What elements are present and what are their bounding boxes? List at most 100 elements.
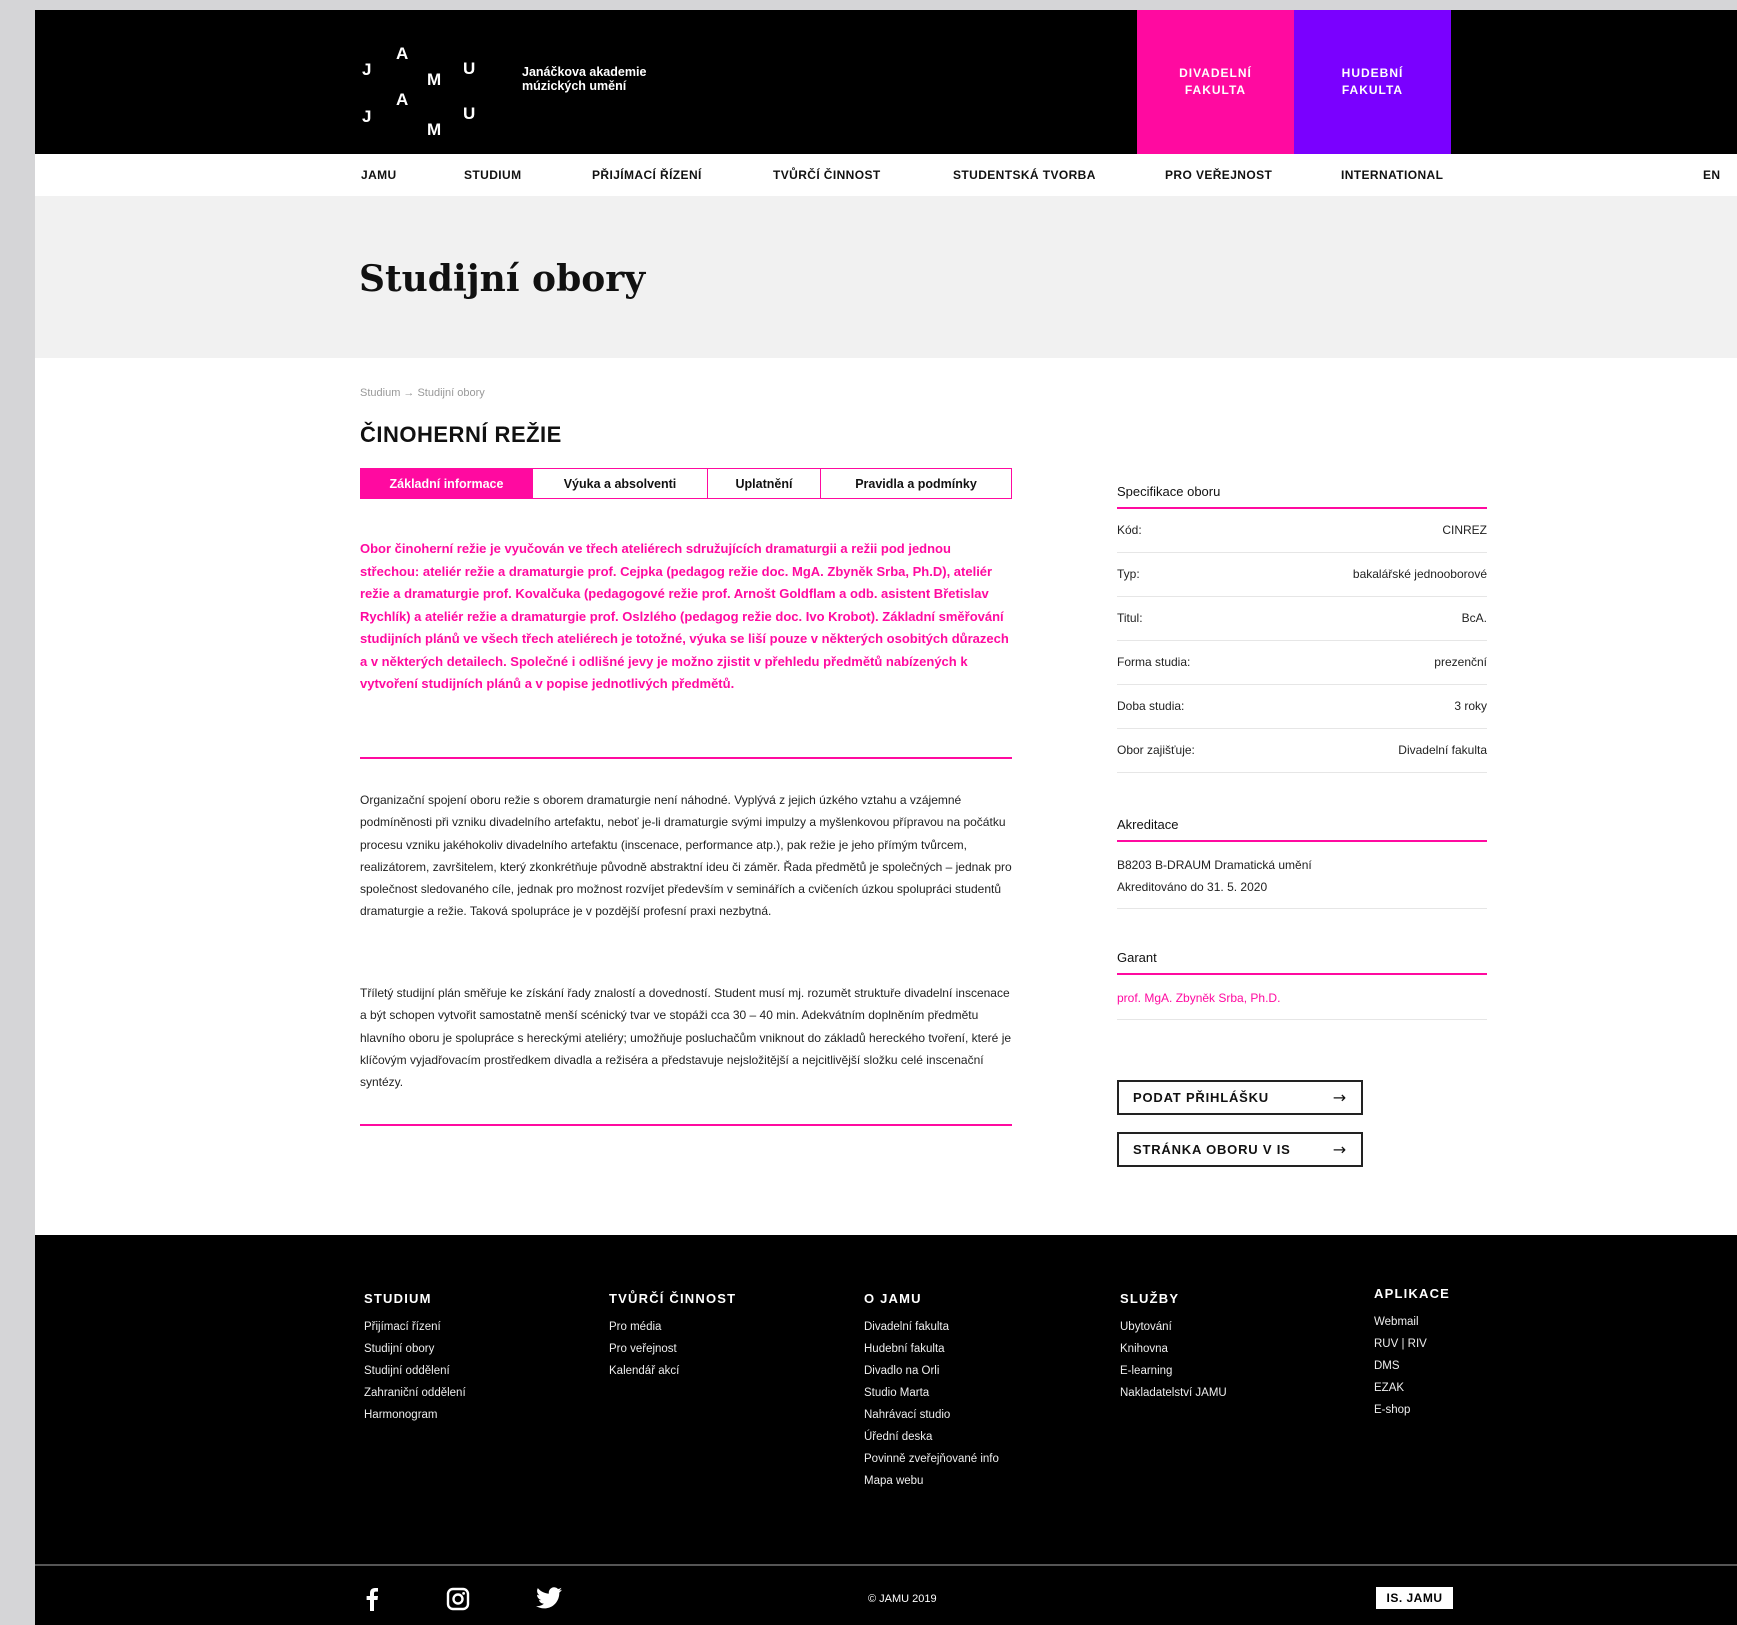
- footer-link[interactable]: Webmail: [1374, 1311, 1450, 1333]
- theatre-faculty-link[interactable]: DIVADELNÍ FAKULTA: [1137, 10, 1294, 154]
- footer-column-creative: TVŮRČÍ ČINNOST Pro média Pro veřejnost K…: [609, 1291, 736, 1382]
- main-nav: JAMU STUDIUM PŘIJÍMACÍ ŘÍZENÍ TVŮRČÍ ČIN…: [35, 154, 1737, 196]
- footer-column-apps: APLIKACE Webmail RUV | RIV DMS EZAK E-sh…: [1374, 1286, 1450, 1421]
- garant-link[interactable]: prof. MgA. Zbyněk Srba, Ph.D.: [1117, 975, 1487, 1020]
- nav-item-admission[interactable]: PŘIJÍMACÍ ŘÍZENÍ: [592, 154, 702, 196]
- nav-item-student-works[interactable]: STUDENTSKÁ TVORBA: [953, 154, 1096, 196]
- spec-row: Forma studia: prezenční: [1117, 641, 1487, 685]
- logo-letter: A: [396, 90, 409, 109]
- footer-column-studium: STUDIUM Přijímací řízení Studijní obory …: [364, 1291, 466, 1426]
- spec-row: Typ: bakalářské jednooborové: [1117, 553, 1487, 597]
- spec-label: Forma studia:: [1117, 655, 1191, 669]
- music-faculty-link[interactable]: HUDEBNÍ FAKULTA: [1294, 10, 1451, 154]
- theatre-faculty-label: FAKULTA: [1184, 83, 1247, 97]
- tab-rules[interactable]: Pravidla a podmínky: [821, 468, 1012, 499]
- footer-link[interactable]: Pro média: [609, 1316, 736, 1338]
- footer-link[interactable]: Kalendář akcí: [609, 1360, 736, 1382]
- footer-link[interactable]: Povinně zveřejňované info: [864, 1448, 999, 1470]
- spec-heading: Specifikace oboru: [1117, 477, 1487, 509]
- body-paragraph: Tříletý studijní plán směřuje ke získání…: [360, 986, 1012, 1090]
- spec-value: CINREZ: [1442, 523, 1487, 537]
- footer-link[interactable]: Ubytování: [1120, 1316, 1227, 1338]
- footer-divider: [35, 1564, 1737, 1566]
- accreditation-box: Akreditace B8203 B-DRAUM Dramatická uměn…: [1117, 810, 1487, 909]
- accreditation-info: B8203 B-DRAUM Dramatická umění Akreditov…: [1117, 842, 1487, 909]
- spec-label: Titul:: [1117, 611, 1143, 625]
- spec-value: bakalářské jednooborové: [1352, 567, 1487, 581]
- tab-careers[interactable]: Uplatnění: [708, 468, 821, 499]
- footer-link[interactable]: Přijímací řízení: [364, 1316, 466, 1338]
- footer-column-about: O JAMU Divadelní fakulta Hudební fakulta…: [864, 1291, 999, 1492]
- garant-heading: Garant: [1117, 943, 1487, 975]
- spec-row: Obor zajišťuje: Divadelní fakulta: [1117, 729, 1487, 773]
- is-page-button[interactable]: STRÁNKA OBORU V IS →: [1117, 1132, 1363, 1167]
- footer-link[interactable]: EZAK: [1374, 1377, 1450, 1399]
- footer-link[interactable]: Harmonogram: [364, 1404, 466, 1426]
- arrow-right-icon: →: [1332, 1140, 1347, 1159]
- footer-column-title: TVŮRČÍ ČINNOST: [609, 1291, 737, 1306]
- spec-box: Specifikace oboru Kód: CINREZ Typ: bakalář…: [1117, 477, 1487, 773]
- jamu-logo[interactable]: J A M U J A M U: [360, 32, 475, 139]
- logo-letter: J: [362, 60, 372, 79]
- footer-link[interactable]: Studijní obory: [364, 1338, 466, 1360]
- footer-link[interactable]: Zahraniční oddělení: [364, 1382, 466, 1404]
- breadcrumb[interactable]: Studium → Studijní obory: [360, 387, 485, 399]
- footer-link[interactable]: Hudební fakulta: [864, 1338, 999, 1360]
- logo-name-line1: Janáčkova akademie: [522, 65, 647, 79]
- spec-value: 3 roky: [1454, 699, 1487, 713]
- spec-label: Kód:: [1117, 523, 1142, 537]
- facebook-icon[interactable]: [365, 1587, 379, 1616]
- footer-link[interactable]: Pro veřejnost: [609, 1338, 736, 1360]
- divider: [360, 1124, 1012, 1126]
- footer-link[interactable]: E-learning: [1120, 1360, 1227, 1382]
- footer-link[interactable]: Knihovna: [1120, 1338, 1227, 1360]
- accreditation-heading: Akreditace: [1117, 810, 1487, 842]
- theatre-faculty-label: DIVADELNÍ: [1179, 66, 1252, 80]
- footer-link[interactable]: E-shop: [1374, 1399, 1450, 1421]
- logo-letter: U: [463, 59, 476, 78]
- footer-column-title: APLIKACE: [1374, 1286, 1451, 1301]
- divider: [360, 757, 1012, 759]
- spec-row: Titul: BcA.: [1117, 597, 1487, 641]
- apply-button-label: PODAT PŘIHLÁŠKU: [1133, 1090, 1269, 1105]
- logo-text: Janáčkova akademie múzických umění: [522, 65, 646, 93]
- nav-item-studium[interactable]: STUDIUM: [464, 154, 521, 196]
- spec-row: Doba studia: 3 roky: [1117, 685, 1487, 729]
- nav-item-creative[interactable]: TVŮRČÍ ČINNOST: [773, 154, 881, 196]
- tab-teaching[interactable]: Výuka a absolventi: [533, 468, 708, 499]
- is-jamu-button[interactable]: IS. JAMU: [1376, 1587, 1453, 1609]
- is-page-button-label: STRÁNKA OBORU V IS: [1133, 1142, 1291, 1157]
- spec-label: Typ:: [1117, 567, 1140, 581]
- field-title: ČINOHERNÍ REŽIE: [360, 422, 562, 447]
- footer-column-title: STUDIUM: [364, 1291, 432, 1306]
- footer-link[interactable]: Nakladatelství JAMU: [1120, 1382, 1227, 1404]
- tab-basic-info[interactable]: Základní informace: [360, 468, 533, 499]
- footer-link[interactable]: Studijní oddělení: [364, 1360, 466, 1382]
- logo-name-line2: múzických umění: [522, 79, 627, 93]
- footer-link[interactable]: Nahrávací studio: [864, 1404, 999, 1426]
- accreditation-program: B8203 B-DRAUM Dramatická umění: [1117, 858, 1312, 872]
- nav-item-jamu[interactable]: JAMU: [361, 154, 397, 196]
- footer-link[interactable]: Mapa webu: [864, 1470, 999, 1492]
- music-faculty-label: FAKULTA: [1341, 83, 1404, 97]
- page-title: Studijní obory: [359, 258, 646, 300]
- footer-link[interactable]: Divadelní fakulta: [864, 1316, 999, 1338]
- footer-link[interactable]: DMS: [1374, 1355, 1450, 1377]
- nav-item-public[interactable]: PRO VEŘEJNOST: [1165, 154, 1272, 196]
- language-switch[interactable]: EN: [1703, 154, 1720, 196]
- apply-button[interactable]: PODAT PŘIHLÁŠKU →: [1117, 1080, 1363, 1115]
- footer-link[interactable]: RUV | RIV: [1374, 1333, 1450, 1355]
- spec-label: Doba studia:: [1117, 699, 1185, 713]
- spec-row: Kód: CINREZ: [1117, 509, 1487, 553]
- footer-link[interactable]: Úřední deska: [864, 1426, 999, 1448]
- twitter-icon[interactable]: [536, 1587, 562, 1614]
- spec-value: Divadelní fakulta: [1398, 743, 1487, 757]
- footer-link[interactable]: Divadlo na Orli: [864, 1360, 999, 1382]
- logo-letter: J: [362, 107, 372, 126]
- accreditation-valid: Akreditováno do 31. 5. 2020: [1117, 880, 1268, 894]
- spec-label: Obor zajišťuje:: [1117, 743, 1195, 757]
- footer: STUDIUM Přijímací řízení Studijní obory …: [35, 1235, 1737, 1625]
- nav-item-international[interactable]: INTERNATIONAL: [1341, 154, 1443, 196]
- footer-link[interactable]: Studio Marta: [864, 1382, 999, 1404]
- instagram-icon[interactable]: [446, 1587, 470, 1616]
